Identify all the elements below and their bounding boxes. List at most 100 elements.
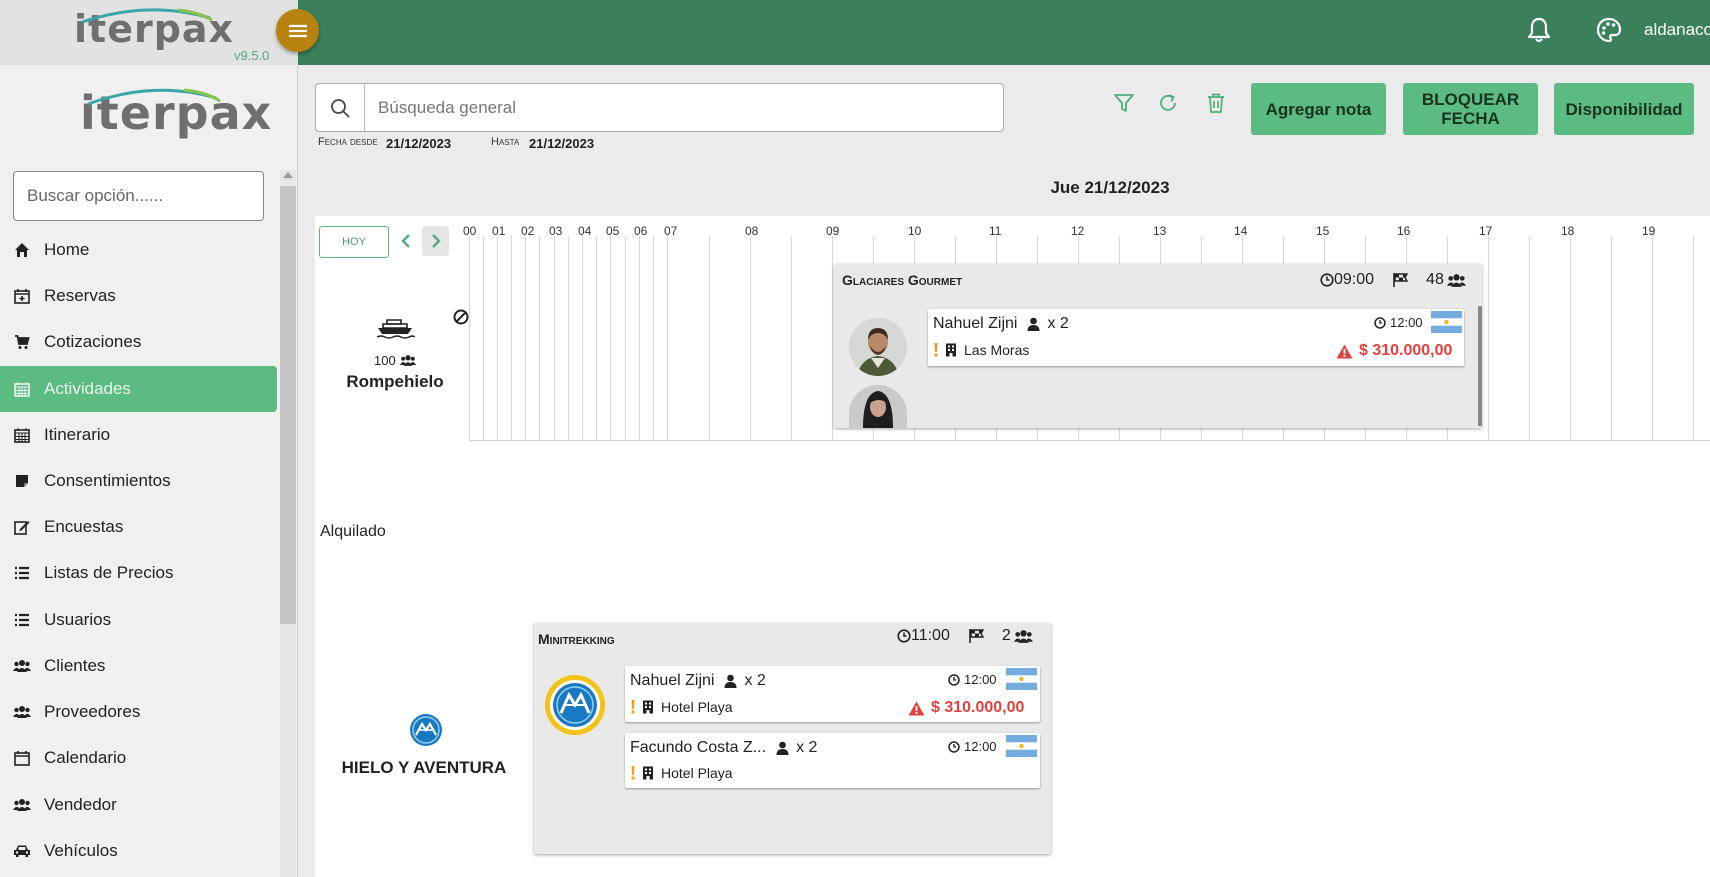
- previous-day-button[interactable]: [392, 226, 419, 256]
- booking-time: 12:00: [948, 739, 997, 754]
- sidebar-item-usuarios[interactable]: Usuarios: [0, 597, 277, 643]
- general-search: [315, 83, 1004, 132]
- grid-line: [791, 236, 792, 440]
- activity-card[interactable]: Minitrekking 11:00 2 Nahuel Zijni x 2 12…: [534, 623, 1051, 854]
- booking-time-value: 12:00: [1390, 315, 1423, 330]
- app-logo: iterpax: [80, 86, 273, 140]
- edit-icon: [13, 518, 31, 536]
- calendar-icon: [13, 426, 31, 444]
- booking-card[interactable]: Nahuel Zijni x 2 12:00 Hotel Playa $ 310…: [625, 666, 1040, 722]
- sidebar-search-input[interactable]: [13, 171, 264, 221]
- booking-card[interactable]: Nahuel Zijni x 2 12:00 Las Moras $ 310.0…: [928, 309, 1464, 366]
- hour-label: 06: [634, 224, 648, 238]
- hour-label: 07: [664, 224, 678, 238]
- argentina-flag-icon: [1006, 668, 1037, 690]
- sidebar-item-itinerario[interactable]: Itinerario: [0, 412, 277, 458]
- app-version: v9.5.0: [234, 48, 270, 63]
- activity-meta: 11:00 2: [897, 627, 1033, 645]
- hotel-building-icon: [946, 343, 956, 357]
- guide-avatar[interactable]: [849, 385, 907, 428]
- activity-card[interactable]: Glaciares Gourmet 09:00 48 Nahuel Zijni …: [834, 264, 1482, 428]
- today-button[interactable]: HOY: [319, 226, 389, 258]
- refresh-icon[interactable]: [1157, 92, 1179, 114]
- grid-line: [497, 236, 498, 440]
- alert-exclamation-icon: [631, 700, 635, 714]
- booking-time-value: 12:00: [964, 739, 997, 754]
- sidebar-item-label: Usuarios: [44, 610, 112, 629]
- user-icon: [1027, 317, 1040, 331]
- users-icon: [1446, 273, 1466, 287]
- booking-price: $ 310.000,00: [1336, 342, 1452, 360]
- guide-avatar[interactable]: [849, 318, 907, 376]
- booking-time: 12:00: [1374, 315, 1423, 330]
- sidebar-item-calendario[interactable]: Calendario: [0, 735, 277, 781]
- user-menu-name[interactable]: aldanaco: [1644, 20, 1710, 40]
- activity-scrollbar[interactable]: [1478, 306, 1482, 426]
- sidebar-item-actividades[interactable]: Actividades: [0, 366, 277, 412]
- sidebar-item-vehiculos[interactable]: Vehículos: [0, 828, 277, 874]
- top-bar: [298, 0, 1710, 65]
- sidebar-item-reservas[interactable]: Reservas: [0, 273, 277, 319]
- calendar-icon: [13, 380, 31, 398]
- user-icon: [724, 674, 737, 688]
- ship-icon: [375, 316, 415, 340]
- sidebar-scrollbar[interactable]: [280, 170, 296, 877]
- activity-time: 11:00: [911, 627, 950, 644]
- trash-icon[interactable]: [1205, 92, 1227, 114]
- menu-toggle-button[interactable]: [276, 9, 319, 52]
- block-date-label-line2: FECHA: [1441, 109, 1500, 128]
- theme-palette-icon[interactable]: [1595, 16, 1623, 44]
- flag-checkered-icon: [1393, 273, 1409, 287]
- hotel-name: Hotel Playa: [661, 699, 733, 715]
- notifications-bell-icon[interactable]: [1525, 16, 1553, 44]
- company-logo-icon: [409, 713, 443, 747]
- booking-hotel: Hotel Playa: [630, 699, 733, 715]
- guide-avatar[interactable]: [545, 675, 605, 735]
- grid-line: [539, 236, 540, 440]
- block-date-button[interactable]: BLOQUEAR FECHA: [1403, 83, 1538, 135]
- sidebar-item-encuestas[interactable]: Encuestas: [0, 504, 277, 550]
- chevron-left-icon: [400, 234, 410, 248]
- booking-card[interactable]: Facundo Costa Z... x 2 12:00 Hotel Playa: [625, 733, 1040, 788]
- date-from-value[interactable]: 21/12/2023: [386, 136, 451, 151]
- sidebar-item-clientes[interactable]: Clientes: [0, 643, 277, 689]
- home-icon: [13, 241, 31, 259]
- grid-line: [667, 236, 668, 440]
- grid-line: [1611, 236, 1612, 440]
- sidebar-item-label: Calendario: [44, 748, 127, 767]
- booking-time: 12:00: [948, 672, 997, 687]
- users-icon: [13, 796, 31, 814]
- chevron-right-icon: [431, 234, 441, 248]
- block-resource-icon[interactable]: [453, 309, 469, 325]
- resource-capacity: 100: [374, 353, 416, 368]
- users-icon: [13, 703, 31, 721]
- hour-label: 15: [1316, 224, 1330, 238]
- booking-hotel: Las Moras: [933, 342, 1029, 358]
- date-from-label: Fecha desde: [318, 136, 378, 148]
- sidebar-item-home[interactable]: Home: [0, 227, 277, 273]
- resource-name: Rompehielo: [346, 372, 444, 391]
- hour-label: 17: [1479, 224, 1493, 238]
- sidebar-item-label: Vendedor: [44, 795, 117, 814]
- sidebar-item-vendedor[interactable]: Vendedor: [0, 782, 277, 828]
- grid-line: [1488, 236, 1489, 440]
- filter-icon[interactable]: [1113, 92, 1135, 114]
- add-note-button[interactable]: Agregar nota: [1251, 83, 1386, 135]
- hamburger-icon: [288, 24, 307, 37]
- general-search-input[interactable]: [365, 84, 1003, 131]
- sidebar-item-proveedores[interactable]: Proveedores: [0, 689, 277, 735]
- date-to-value[interactable]: 21/12/2023: [529, 136, 594, 151]
- passenger-qty: x 2: [796, 739, 818, 756]
- argentina-flag-icon: [1431, 311, 1462, 333]
- calendar-empty-icon: [13, 749, 31, 767]
- next-day-button[interactable]: [422, 226, 449, 256]
- passenger-name: Nahuel Zijni: [933, 315, 1018, 332]
- availability-button[interactable]: Disponibilidad: [1554, 83, 1694, 135]
- clock-icon: [948, 673, 960, 686]
- sidebar-item-listas-de-precios[interactable]: Listas de Precios: [0, 550, 277, 596]
- sidebar-item-cotizaciones[interactable]: Cotizaciones: [0, 319, 277, 365]
- grid-line: [511, 236, 512, 440]
- sidebar-item-consentimientos[interactable]: Consentimientos: [0, 458, 277, 504]
- users-icon: [13, 657, 31, 675]
- sidebar: iterpax v9.5.0 iterpax Home Reservas Cot…: [0, 0, 298, 877]
